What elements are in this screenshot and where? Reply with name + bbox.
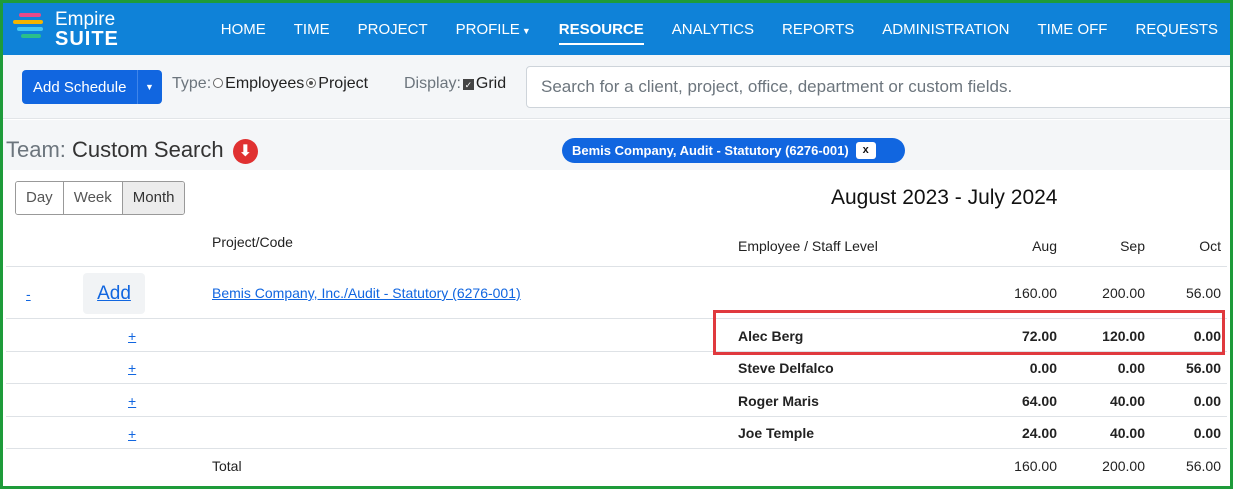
nav-profile-label: PROFILE bbox=[455, 20, 520, 38]
filter-pill: Bemis Company, Audit - Statutory (6276-0… bbox=[562, 138, 905, 163]
employee-name: Steve Delfalco bbox=[738, 360, 834, 376]
nav-administration[interactable]: ADMINISTRATION bbox=[882, 21, 1009, 38]
total-oct: 56.00 bbox=[1185, 458, 1221, 474]
caret-down-icon: ▼ bbox=[521, 25, 531, 36]
radio-employees[interactable] bbox=[213, 78, 224, 88]
search-input[interactable]: Search for a client, project, office, de… bbox=[526, 66, 1230, 108]
remove-filter-button[interactable]: x bbox=[855, 142, 876, 159]
nav-analytics[interactable]: ANALYTICS bbox=[672, 21, 754, 38]
view-segmented-control: Day Week Month bbox=[15, 181, 186, 215]
total-label: Total bbox=[212, 458, 242, 474]
employee-oct: 56.00 bbox=[1185, 360, 1221, 376]
radio-employees-label[interactable]: Employees bbox=[225, 75, 304, 92]
add-button[interactable]: Add bbox=[83, 273, 145, 314]
total-sep: 200.00 bbox=[1102, 458, 1145, 474]
employee-sep: 40.00 bbox=[1109, 393, 1145, 409]
collapse-button[interactable]: - bbox=[26, 286, 31, 302]
add-schedule-button[interactable]: Add Schedule ▼ bbox=[22, 70, 162, 104]
app-frame: Empire SUITE HOME TIME PROJECT PROFILE ▼ … bbox=[0, 0, 1233, 489]
employee-sep: 40.00 bbox=[1109, 425, 1145, 441]
employee-name: Joe Temple bbox=[738, 425, 814, 441]
view-month-button[interactable]: Month bbox=[122, 182, 185, 214]
expand-button[interactable]: + bbox=[128, 426, 136, 442]
header-sep: Sep bbox=[1120, 238, 1145, 254]
nav-resource[interactable]: RESOURCE bbox=[558, 21, 644, 45]
employee-name: Roger Maris bbox=[738, 393, 819, 409]
view-week-button[interactable]: Week bbox=[63, 182, 123, 214]
type-label: Type: bbox=[172, 75, 212, 92]
nav-project[interactable]: PROJECT bbox=[358, 21, 428, 38]
arrow-down-icon[interactable]: ⬇ bbox=[233, 139, 258, 164]
nav-home[interactable]: HOME bbox=[221, 21, 266, 38]
type-selector: Type: Employees Project bbox=[172, 75, 368, 93]
team-bar: Team: Custom Search ⬇ Bemis Company, Aud… bbox=[3, 120, 1230, 170]
project-link[interactable]: Bemis Company, Inc./Audit - Statutory (6… bbox=[212, 285, 521, 301]
employee-aug: 24.00 bbox=[1021, 425, 1057, 441]
main-nav: HOME TIME PROJECT PROFILE ▼ RESOURCE ANAL… bbox=[193, 3, 1218, 55]
date-range-title: August 2023 - July 2024 bbox=[831, 186, 1058, 209]
project-sep: 200.00 bbox=[1102, 285, 1145, 301]
nav-reports[interactable]: REPORTS bbox=[782, 21, 854, 38]
expand-button[interactable]: + bbox=[128, 360, 136, 376]
empire-suite-logo[interactable]: Empire SUITE bbox=[13, 8, 143, 50]
grid-checkbox-label[interactable]: Grid bbox=[476, 75, 506, 92]
project-aug: 160.00 bbox=[1014, 285, 1057, 301]
expand-button[interactable]: + bbox=[128, 393, 136, 409]
employee-oct: 0.00 bbox=[1193, 393, 1221, 409]
header-project: Project/Code bbox=[212, 234, 293, 250]
table-row: + Joe Temple 24.00 40.00 0.00 bbox=[6, 417, 1227, 449]
grid-checkbox[interactable]: ✓ bbox=[462, 79, 474, 90]
header-employee: Employee / Staff Level bbox=[738, 238, 878, 254]
table-row: + Steve Delfalco 0.00 0.00 56.00 bbox=[6, 352, 1227, 384]
nav-requests[interactable]: REQUESTS bbox=[1135, 21, 1218, 38]
header-oct: Oct bbox=[1199, 238, 1221, 254]
toolbar: Add Schedule ▼ Type: Employees Project Dis… bbox=[3, 55, 1230, 119]
header-aug: Aug bbox=[1032, 238, 1057, 254]
employee-aug: 0.00 bbox=[1029, 360, 1057, 376]
display-selector: Display: ✓ Grid bbox=[404, 75, 506, 93]
nav-time[interactable]: TIME bbox=[294, 21, 330, 38]
team-value: Custom Search bbox=[72, 137, 224, 162]
view-day-button[interactable]: Day bbox=[16, 182, 64, 214]
filter-pill-label: Bemis Company, Audit - Statutory (6276-0… bbox=[572, 143, 849, 158]
total-aug: 160.00 bbox=[1014, 458, 1057, 474]
add-schedule-label: Add Schedule bbox=[33, 78, 127, 96]
nav-time-off[interactable]: TIME OFF bbox=[1037, 21, 1107, 38]
expand-button[interactable]: + bbox=[128, 328, 136, 344]
display-label: Display: bbox=[404, 75, 461, 92]
radio-project[interactable] bbox=[306, 78, 317, 88]
chevron-down-icon[interactable]: ▼ bbox=[137, 70, 161, 104]
total-row: Total 160.00 200.00 56.00 bbox=[6, 449, 1227, 482]
employee-sep: 0.00 bbox=[1117, 360, 1145, 376]
logo-mark-icon bbox=[13, 13, 47, 47]
team-label: Team: bbox=[6, 137, 66, 162]
nav-profile[interactable]: PROFILE ▼ bbox=[456, 21, 531, 38]
employee-aug: 64.00 bbox=[1021, 393, 1057, 409]
top-navbar: Empire SUITE HOME TIME PROJECT PROFILE ▼ … bbox=[3, 3, 1230, 55]
highlight-annotation bbox=[713, 310, 1225, 355]
employee-oct: 0.00 bbox=[1193, 425, 1221, 441]
logo-text-bottom: SUITE bbox=[55, 28, 119, 50]
project-oct: 56.00 bbox=[1185, 285, 1221, 301]
table-row: + Roger Maris 64.00 40.00 0.00 bbox=[6, 384, 1227, 417]
table-header-row: Project/Code Employee / Staff Level Aug … bbox=[6, 224, 1227, 267]
radio-project-label[interactable]: Project bbox=[318, 75, 368, 92]
